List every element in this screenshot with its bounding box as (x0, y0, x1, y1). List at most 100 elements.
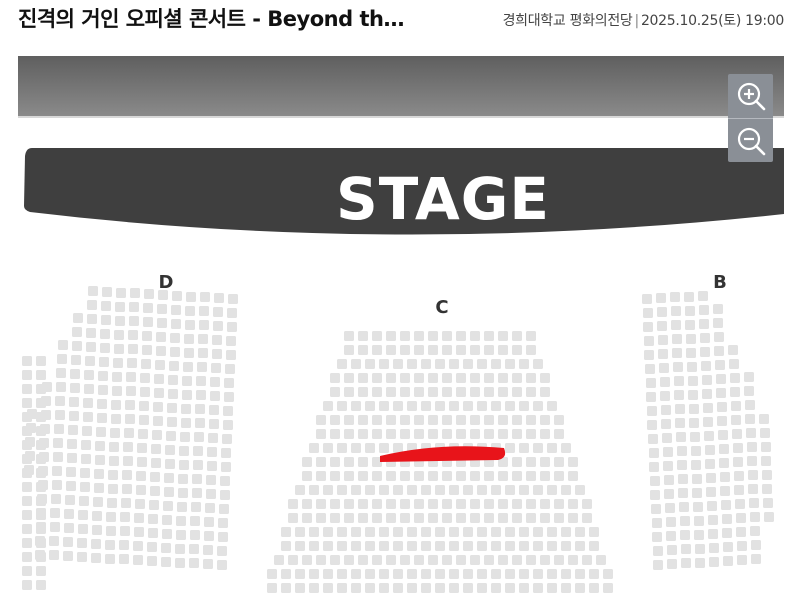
seat[interactable] (218, 532, 228, 542)
seat[interactable] (55, 396, 65, 406)
seat[interactable] (449, 569, 459, 579)
seat[interactable] (302, 499, 312, 509)
seat[interactable] (223, 420, 233, 430)
seat[interactable] (351, 569, 361, 579)
seat[interactable] (484, 331, 494, 341)
seat[interactable] (358, 457, 368, 467)
seat[interactable] (540, 373, 550, 383)
seat[interactable] (379, 541, 389, 551)
seat[interactable] (714, 346, 724, 356)
seat[interactable] (147, 556, 157, 566)
seat[interactable] (69, 411, 79, 421)
seat[interactable] (477, 569, 487, 579)
seat[interactable] (69, 397, 79, 407)
seat[interactable] (36, 454, 46, 464)
seat[interactable] (372, 373, 382, 383)
seat[interactable] (512, 499, 522, 509)
seat[interactable] (400, 499, 410, 509)
seat[interactable] (386, 513, 396, 523)
seat[interactable] (22, 482, 32, 492)
seat[interactable] (470, 555, 480, 565)
seat[interactable] (491, 569, 501, 579)
seat[interactable] (393, 569, 403, 579)
seat[interactable] (213, 321, 223, 331)
seat[interactable] (198, 348, 208, 358)
seat[interactable] (746, 428, 756, 438)
seat[interactable] (115, 302, 125, 312)
seat[interactable] (568, 471, 578, 481)
seat[interactable] (55, 410, 65, 420)
seat[interactable] (49, 550, 59, 560)
seat[interactable] (316, 471, 326, 481)
seat[interactable] (110, 428, 120, 438)
seat[interactable] (365, 359, 375, 369)
seat[interactable] (226, 336, 236, 346)
seat[interactable] (372, 555, 382, 565)
seat[interactable] (114, 344, 124, 354)
seat[interactable] (421, 569, 431, 579)
seat[interactable] (167, 403, 177, 413)
seat[interactable] (491, 583, 501, 593)
seat[interactable] (337, 583, 347, 593)
seat[interactable] (700, 333, 710, 343)
seat[interactable] (108, 470, 118, 480)
seat[interactable] (157, 318, 167, 328)
seat[interactable] (125, 400, 135, 410)
seat[interactable] (66, 467, 76, 477)
seat[interactable] (708, 515, 718, 525)
seat[interactable] (589, 569, 599, 579)
seat[interactable] (407, 527, 417, 537)
seat[interactable] (748, 470, 758, 480)
seat[interactable] (449, 541, 459, 551)
seat[interactable] (428, 345, 438, 355)
seat-map-canvas[interactable]: STAGE D C B (18, 56, 784, 597)
seat[interactable] (288, 513, 298, 523)
seat[interactable] (128, 330, 138, 340)
seat[interactable] (162, 515, 172, 525)
seat[interactable] (554, 457, 564, 467)
seat[interactable] (191, 502, 201, 512)
zoom-out-button[interactable] (728, 118, 773, 163)
seat[interactable] (407, 541, 417, 551)
seat[interactable] (212, 335, 222, 345)
seat[interactable] (526, 471, 536, 481)
seat[interactable] (113, 358, 123, 368)
seat[interactable] (666, 531, 676, 541)
seat[interactable] (274, 555, 284, 565)
seat[interactable] (470, 499, 480, 509)
seat[interactable] (733, 457, 743, 467)
seat[interactable] (53, 438, 63, 448)
seat[interactable] (209, 405, 219, 415)
seat[interactable] (456, 345, 466, 355)
seat[interactable] (728, 345, 738, 355)
seat[interactable] (281, 541, 291, 551)
seat[interactable] (154, 374, 164, 384)
seat[interactable] (36, 426, 46, 436)
seat[interactable] (163, 501, 173, 511)
seat[interactable] (330, 471, 340, 481)
seat[interactable] (351, 443, 361, 453)
seat[interactable] (85, 356, 95, 366)
seat[interactable] (484, 415, 494, 425)
seat[interactable] (554, 415, 564, 425)
seat[interactable] (122, 470, 132, 480)
seat[interactable] (199, 320, 209, 330)
seat[interactable] (112, 372, 122, 382)
seat[interactable] (316, 513, 326, 523)
seat[interactable] (295, 583, 305, 593)
seat[interactable] (126, 386, 136, 396)
seat[interactable] (762, 484, 772, 494)
seat[interactable] (337, 541, 347, 551)
seat[interactable] (699, 305, 709, 315)
seat[interactable] (470, 331, 480, 341)
seat[interactable] (646, 378, 656, 388)
seat[interactable] (692, 488, 702, 498)
seat[interactable] (83, 412, 93, 422)
seat[interactable] (547, 541, 557, 551)
seat[interactable] (731, 401, 741, 411)
seat[interactable] (36, 468, 46, 478)
seat[interactable] (681, 544, 691, 554)
seat[interactable] (722, 528, 732, 538)
seat[interactable] (505, 569, 515, 579)
seat[interactable] (400, 471, 410, 481)
